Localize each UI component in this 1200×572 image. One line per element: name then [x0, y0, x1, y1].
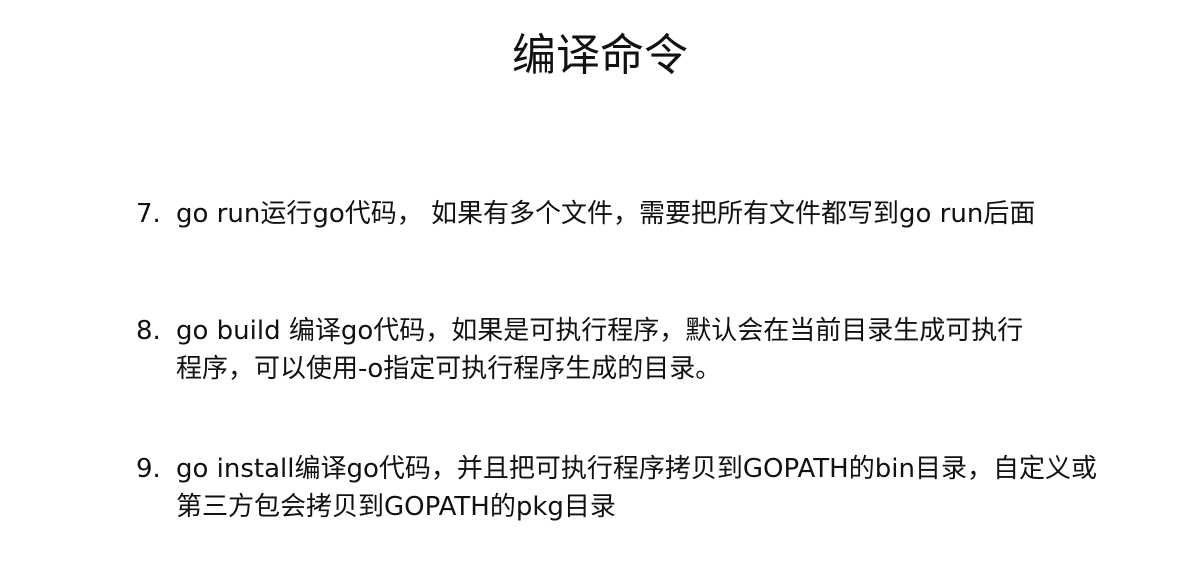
list-item-number: 9. — [136, 454, 161, 484]
list-item-line: go build 编译go代码，如果是可执行程序，默认会在当前目录生成可执行 — [176, 316, 1024, 346]
list-item-text: go run运行go代码， 如果有多个文件，需要把所有文件都写到go run后面 — [176, 195, 1196, 233]
slide: 编译命令 7. go run运行go代码， 如果有多个文件，需要把所有文件都写到… — [0, 0, 1200, 572]
list-item-number: 7. — [136, 199, 161, 229]
list-item-line: 程序，可以使用-o指定可执行程序生成的目录。 — [176, 354, 722, 384]
list-item: 7. go run运行go代码， 如果有多个文件，需要把所有文件都写到go ru… — [136, 195, 1196, 233]
list-item: 9. go install编译go代码，并且把可执行程序拷贝到GOPATH的bi… — [136, 450, 1196, 526]
list-item-line: 第三方包会拷贝到GOPATH的pkg目录 — [176, 492, 616, 522]
list-item-number: 8. — [136, 316, 161, 346]
slide-title: 编译命令 — [512, 30, 688, 81]
list-item-line: go install编译go代码，并且把可执行程序拷贝到GOPATH的bin目录… — [176, 454, 1097, 484]
list-item: 8. go build 编译go代码，如果是可执行程序，默认会在当前目录生成可执… — [136, 312, 1196, 388]
list-item-text: go install编译go代码，并且把可执行程序拷贝到GOPATH的bin目录… — [176, 450, 1196, 526]
list-item-text: go build 编译go代码，如果是可执行程序，默认会在当前目录生成可执行 程… — [176, 312, 1196, 388]
list-item-line: go run运行go代码， 如果有多个文件，需要把所有文件都写到go run后面 — [176, 199, 1036, 229]
